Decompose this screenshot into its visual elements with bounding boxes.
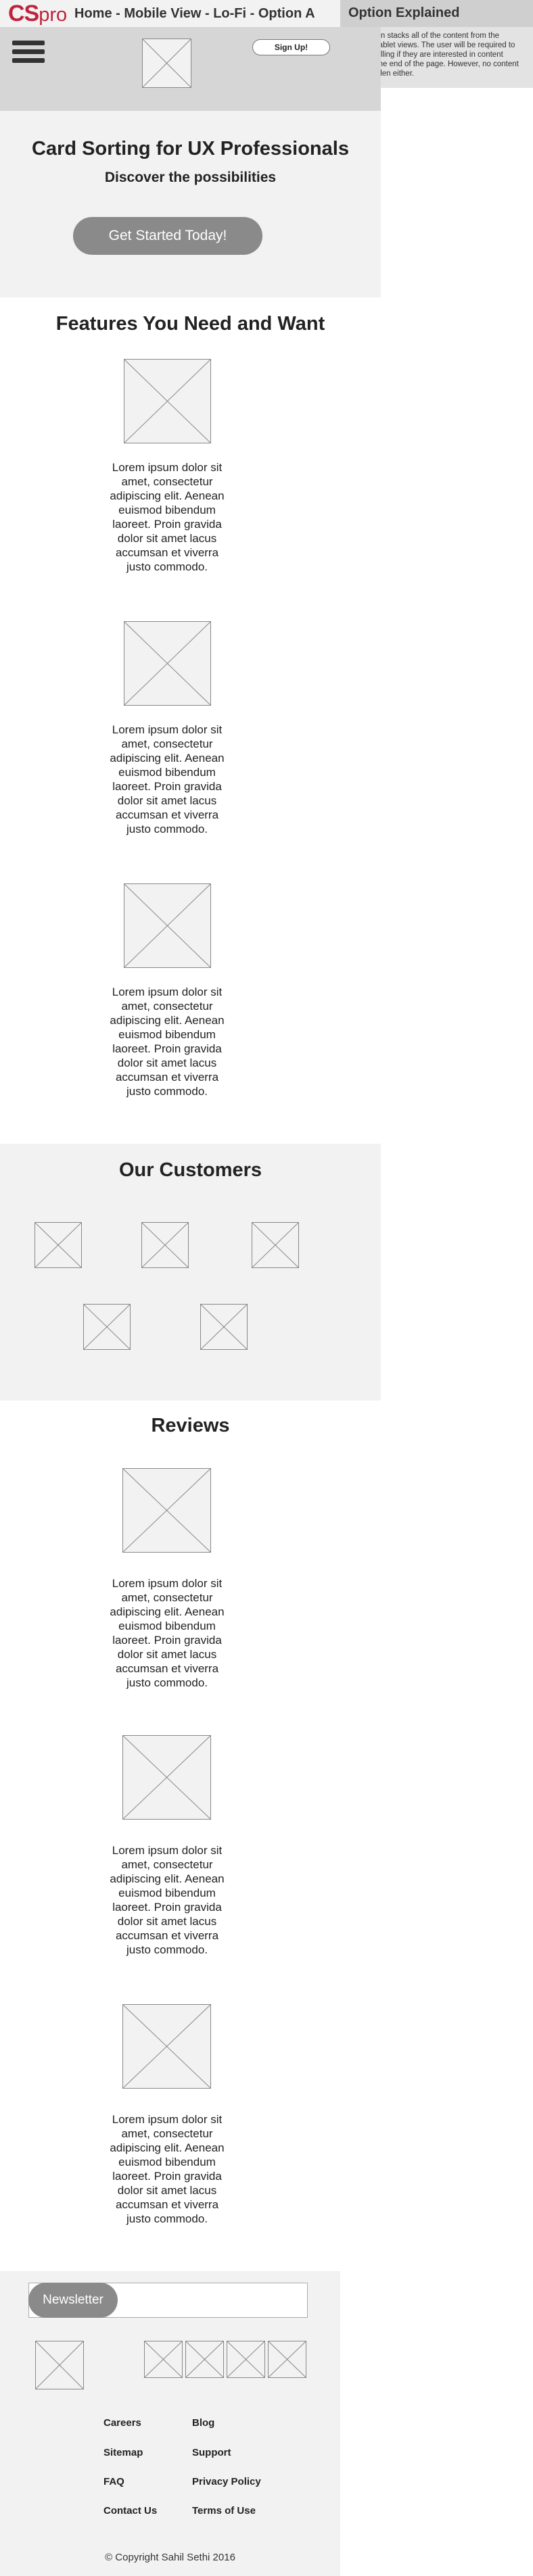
footer-link-privacy-policy[interactable]: Privacy Policy	[192, 2476, 261, 2487]
feature-image	[124, 621, 211, 706]
social-icon[interactable]	[227, 2341, 265, 2378]
title-bar: CSpro Home - Mobile View - Lo-Fi - Optio…	[0, 0, 381, 27]
reviews-title: Reviews	[151, 1415, 230, 1436]
menu-bar	[12, 58, 45, 63]
feature-text: Lorem ipsum dolor sit amet, consectetur …	[110, 723, 225, 835]
review-text: Lorem ipsum dolor sit amet, consectetur …	[110, 2113, 225, 2225]
customer-logo-image	[141, 1222, 189, 1268]
footer-link-careers[interactable]: Careers	[103, 2417, 141, 2429]
footer-link-support[interactable]: Support	[192, 2447, 231, 2458]
review-text: Lorem ipsum dolor sit amet, consectetur …	[110, 1577, 225, 1689]
hero-title: Card Sorting for UX Professionals	[32, 138, 349, 160]
page-title: Home - Mobile View - Lo-Fi - Option A	[74, 6, 315, 21]
feature-text: Lorem ipsum dolor sit amet, consectetur …	[110, 986, 225, 1098]
footer-link-sitemap[interactable]: Sitemap	[103, 2447, 143, 2458]
footer-logo-image	[35, 2341, 84, 2389]
footer-link-faq[interactable]: FAQ	[103, 2476, 124, 2487]
social-icon[interactable]	[144, 2341, 183, 2378]
review-image	[122, 1735, 211, 1820]
social-icon[interactable]	[185, 2341, 224, 2378]
review-image	[122, 1468, 211, 1553]
feature-image	[124, 883, 211, 968]
hero-section: Card Sorting for UX Professionals Discov…	[0, 111, 381, 297]
customer-logo-image	[252, 1222, 299, 1268]
logo-pro: pro	[39, 4, 68, 26]
footer-link-contact-us[interactable]: Contact Us	[103, 2505, 157, 2517]
newsletter-button[interactable]: Newsletter	[28, 2283, 118, 2318]
cspro-logo[interactable]: CSpro	[8, 1, 67, 27]
option-explained-header: Option Explained	[340, 0, 533, 27]
features-title: Features You Need and Want	[55, 313, 325, 335]
option-explained-title: Option Explained	[348, 5, 460, 20]
customers-section: Our Customers	[0, 1144, 381, 1401]
footer-link-terms-of-use[interactable]: Terms of Use	[192, 2505, 256, 2517]
get-started-button[interactable]: Get Started Today!	[73, 217, 262, 255]
copyright-text: © Copyright Sahil Sethi 2016	[105, 2552, 235, 2563]
customer-logo-image	[34, 1222, 82, 1268]
header-logo-placeholder-image	[142, 39, 191, 88]
footer-link-blog[interactable]: Blog	[192, 2417, 214, 2429]
customer-logo-image	[200, 1304, 248, 1350]
feature-text: Lorem ipsum dolor sit amet, consectetur …	[110, 461, 225, 573]
review-image	[122, 2004, 211, 2089]
site-footer: Newsletter Careers Blog Sitemap Support …	[0, 2271, 340, 2576]
menu-bar	[12, 49, 45, 54]
customer-logo-image	[83, 1304, 131, 1350]
feature-image	[124, 359, 211, 443]
customers-title: Our Customers	[118, 1159, 262, 1181]
site-header: Sign Up!	[0, 27, 381, 111]
hero-subtitle: Discover the possibilities	[104, 170, 277, 185]
logo-cs: CS	[8, 1, 39, 26]
review-text: Lorem ipsum dolor sit amet, consectetur …	[110, 1844, 225, 1956]
menu-bar	[12, 41, 45, 45]
sign-up-button[interactable]: Sign Up!	[252, 39, 330, 55]
hamburger-menu-icon[interactable]	[9, 38, 47, 66]
social-icon[interactable]	[268, 2341, 306, 2378]
